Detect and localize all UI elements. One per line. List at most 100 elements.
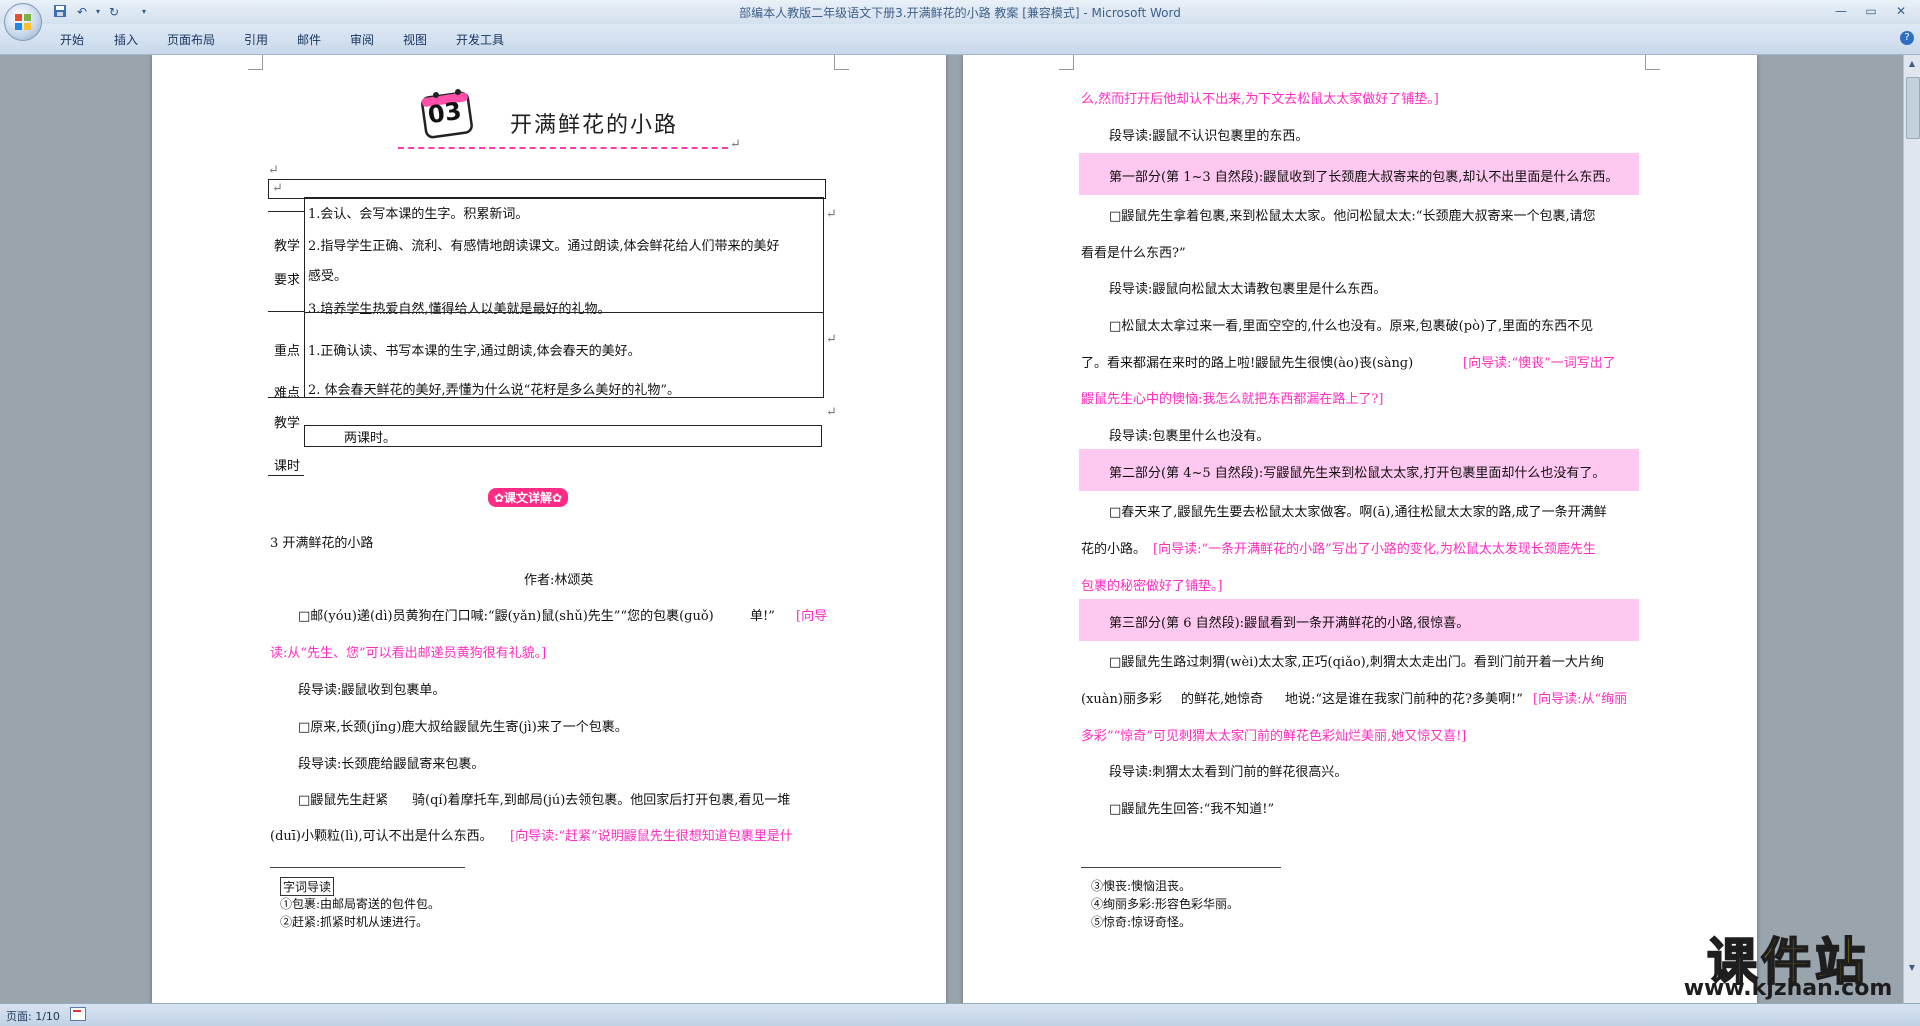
paragraph: 花的小路。 [1081,542,1147,557]
paragraph: 骑(qí)着摩托车,到邮局(jú)去领包裹。他回家后打开包裹,看见一堆 [412,793,791,808]
watermark-url: www.kjzhan.com [1683,976,1893,1001]
footnote: ⑤惊奇:惊讶奇怪。 [1091,915,1192,929]
tab-home[interactable]: 开始 [60,31,84,48]
tab-review[interactable]: 审阅 [350,31,374,48]
scroll-up-icon[interactable]: ▲ [1906,59,1918,71]
footnote-separator [1081,867,1281,868]
section-badge: ✿课文详解✿ [488,488,569,507]
requirement-item: 1.会认、会写本课的生字。积累新词。 [308,207,529,222]
section-guide: 段导读:刺猬太太看到门前的鲜花很高兴。 [1109,765,1348,780]
requirement-item: 感受。 [308,269,348,284]
tab-insert[interactable]: 插入 [114,31,138,48]
paragraph-mark: ↵ [272,181,283,196]
document-page-1: 03 开满鲜花的小路 ↵ ↵ ↵ 教学 要求 1.会认、会写本课的生字。积累新词… [152,55,946,1003]
class-hours-value: 两课时。 [344,431,397,446]
footnote: ④绚丽多彩:形容色彩华丽。 [1091,897,1240,911]
paragraph-mark: ↵ [826,405,837,420]
reading-guide: [向导读:“赶紧”说明鼹鼠先生很想知道包裹里是什 [510,829,793,844]
reading-guide: 多彩”“惊奇”可见刺猬太太家门前的鲜花色彩灿烂美丽,她又惊又喜!] [1081,729,1467,744]
footnote: ②赶紧:抓紧时机从速进行。 [280,915,429,929]
reading-guide: 鼹鼠先生心中的懊恼:我怎么就把东西都漏在路上了?] [1081,392,1384,407]
lesson-title: 开满鲜花的小路 [510,113,679,138]
class-hours-label: 教学 [274,416,301,431]
part-summary: 第三部分(第 6 自然段):鼹鼠看到一条开满鲜花的小路,很惊喜。 [1109,616,1470,631]
part-summary: 第二部分(第 4~5 自然段):写鼹鼠先生来到松鼠太太家,打开包裹里面却什么也没… [1109,466,1606,481]
vertical-scrollbar[interactable]: ▲ ▼ [1903,55,1920,1003]
lesson-number: 03 [426,96,464,130]
footnote: ①包裹:由邮局寄送的包件包。 [280,897,441,911]
tab-page-layout[interactable]: 页面布局 [167,31,215,48]
document-page-2: 么,然而打开后他却认不出来,为下文去松鼠太太家做好了铺垫。] 段导读:鼹鼠不认识… [963,55,1757,1003]
paragraph: 单!” [750,609,775,624]
requirements-label: 教学 [274,239,301,254]
paragraph-mark: ↵ [730,137,741,152]
help-icon[interactable]: ? [1900,31,1914,45]
paragraph: □鼹鼠先生回答:“我不知道!” [1109,802,1275,817]
author-line: 作者:林颂英 [524,573,594,588]
tab-view[interactable]: 视图 [403,31,427,48]
paragraph-mark: ↵ [826,332,837,347]
paragraph: □原来,长颈(jǐnɡ)鹿大叔给鼹鼠先生寄(jì)来了一个包裹。 [298,720,628,735]
paragraph: □鼹鼠先生赶紧 [298,793,389,808]
class-hours-label: 课时 [274,459,301,474]
reading-guide: 包裹的秘密做好了铺垫。] [1081,579,1223,594]
office-logo-icon [15,14,31,30]
reading-guide: [向导 [796,609,828,624]
key-point-item: 1.正确认读、书写本课的生字,通过朗读,体会春天的美好。 [308,344,641,359]
office-button[interactable] [4,3,42,41]
status-bar: 页面: 1/10 [0,1003,1920,1026]
key-point-item: 2. 体会春天鲜花的美好,弄懂为什么说“花籽是多么美好的礼物”。 [308,383,680,398]
ribbon-tabs: 开始 插入 页面布局 引用 邮件 审阅 视图 开发工具 ? [0,24,1920,55]
tab-developer[interactable]: 开发工具 [456,31,504,48]
paragraph: □邮(yóu)递(dì)员黄狗在门口喊:“鼹(yǎn)鼠(shǔ)先生”“您的包… [298,609,714,624]
paragraph-mark: ↵ [826,207,837,222]
close-icon[interactable]: ✕ [1888,2,1914,20]
paragraph: 地说:“这是谁在我家门前种的花?多美啊!” [1285,692,1523,707]
reading-guide: [向导读:从“绚丽 [1533,692,1628,707]
text-heading: 3 开满鲜花的小路 [270,536,374,551]
crop-mark [1645,55,1660,70]
requirement-item: 2.指导学生正确、流利、有感情地朗读课文。通过朗读,体会鲜花给人们带来的美好 [308,239,780,254]
table-rule [268,397,304,398]
reading-guide: [向导读:“一条开满鲜花的小路”写出了小路的变化,为松鼠太太发现长颈鹿先生 [1153,542,1596,557]
window-title: 部编本人教版二年级语文下册3.开满鲜花的小路 教案 [兼容模式] - Micro… [739,6,1181,20]
tab-mailings[interactable]: 邮件 [297,31,321,48]
crop-mark [1059,55,1074,70]
footnote: ③懊丧:懊恼沮丧。 [1091,879,1192,893]
section-guide: 段导读:鼹鼠向松鼠太太请教包裹里是什么东西。 [1109,282,1387,297]
paragraph: □鼹鼠先生拿着包裹,来到松鼠太太家。他问松鼠太太:“长颈鹿大叔寄来一个包裹,请您 [1109,209,1596,224]
reading-guide: [向导读:“懊丧”一词写出了 [1463,356,1616,371]
paragraph: □鼹鼠先生路过刺猬(wèi)太太家,正巧(qiǎo),刺猬太太走出门。看到门前开… [1109,655,1604,670]
paragraph: 了。看来都漏在来时的路上啦!鼹鼠先生很懊(ào)丧(sànɡ) [1081,356,1414,371]
section-guide: 段导读:鼹鼠不认识包裹里的东西。 [1109,129,1309,144]
section-guide: 段导读:长颈鹿给鼹鼠寄来包裹。 [298,757,485,772]
table-rule [268,311,304,312]
minimize-icon[interactable]: — [1828,2,1854,20]
section-guide: 段导读:包裹里什么也没有。 [1109,429,1270,444]
paragraph: □春天来了,鼹鼠先生要去松鼠太太家做客。啊(ā),通往松鼠太太家的路,成了一条开… [1109,505,1607,520]
reading-guide: 么,然而打开后他却认不出来,为下文去松鼠太太家做好了铺垫。] [1081,92,1439,107]
scroll-thumb[interactable] [1906,77,1920,139]
maximize-icon[interactable]: ▭ [1858,2,1884,20]
paragraph-mark: ↵ [268,163,279,178]
key-points-label: 重点 [274,344,301,359]
title-underline [398,147,728,149]
paragraph: □松鼠太太拿过来一看,里面空空的,什么也没有。原来,包裹破(pò)了,里面的东西… [1109,319,1594,334]
crop-mark [834,55,849,70]
table-rule [268,211,304,212]
paragraph: (xuàn)丽多彩 [1081,692,1162,707]
table-rule [268,475,304,476]
part-summary: 第一部分(第 1~3 自然段):鼹鼠收到了长颈鹿大叔寄来的包裹,却认不出里面是什… [1109,170,1619,185]
section-guide: 段导读:鼹鼠收到包裹单。 [298,683,446,698]
paragraph: (duī)小颗粒(lì),可认不出是什么东西。 [270,829,493,844]
proofing-icon[interactable] [70,1007,86,1021]
reading-guide: 读:从“先生、您”可以看出邮递员黄狗很有礼貌。] [270,646,547,661]
site-watermark: 课件站 www.kjzhan.com [1668,922,1908,1002]
paragraph: 看看是什么东西?” [1081,246,1186,261]
footnote-separator [270,867,465,868]
page-count[interactable]: 页面: 1/10 [6,1008,60,1024]
key-points-label: 难点 [274,386,301,401]
tab-references[interactable]: 引用 [244,31,268,48]
crop-mark [248,55,263,70]
title-bar: ↶ ▾ ↻ ▾ 部编本人教版二年级语文下册3.开满鲜花的小路 教案 [兼容模式]… [0,0,1920,41]
